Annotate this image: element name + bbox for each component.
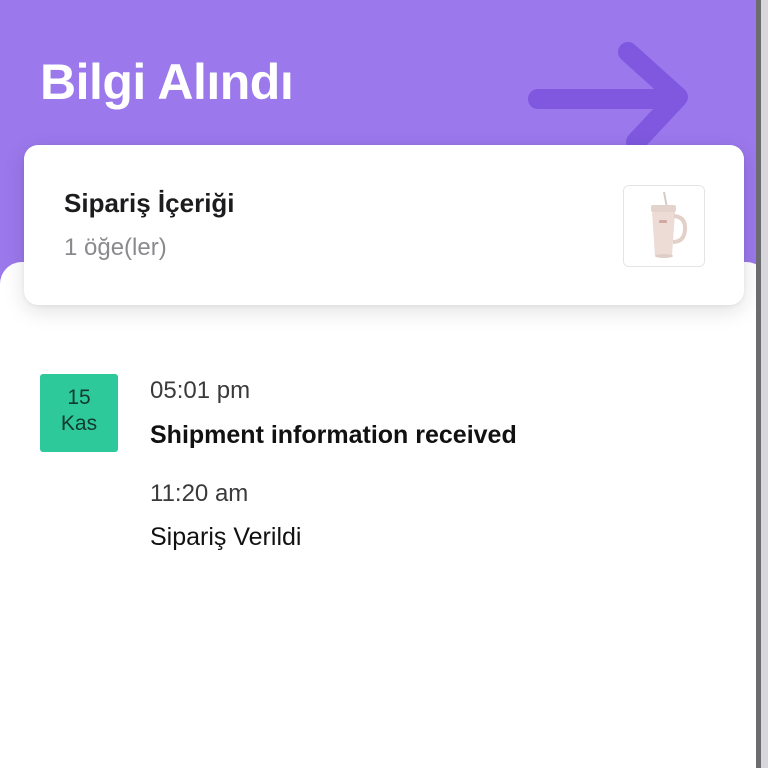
content-sheet: [0, 262, 768, 768]
event-time: 05:01 pm: [150, 377, 251, 404]
event-time: 11:20 am: [150, 480, 249, 507]
order-contents-card[interactable]: Sipariş İçeriği 1 öğe(ler): [24, 145, 744, 305]
tumbler-cup-icon: [624, 186, 704, 266]
shipment-tracking-screen: Bilgi Alındı Sipariş İçeriği 1 öğe(ler) …: [0, 0, 768, 768]
event-description: Sipariş Verildi: [150, 523, 302, 551]
date-badge: 15 Kas: [40, 374, 118, 452]
page-title: Bilgi Alındı: [40, 54, 294, 110]
arrow-right-icon: [528, 42, 688, 150]
item-count: 1 öğe(ler): [64, 234, 167, 261]
date-day: 15: [67, 386, 91, 409]
date-month: Kas: [60, 412, 98, 435]
window-edge-shade: [761, 0, 768, 768]
order-contents-title: Sipariş İçeriği: [64, 188, 235, 218]
event-description: Shipment information received: [150, 421, 517, 449]
product-thumbnail[interactable]: [623, 185, 705, 267]
